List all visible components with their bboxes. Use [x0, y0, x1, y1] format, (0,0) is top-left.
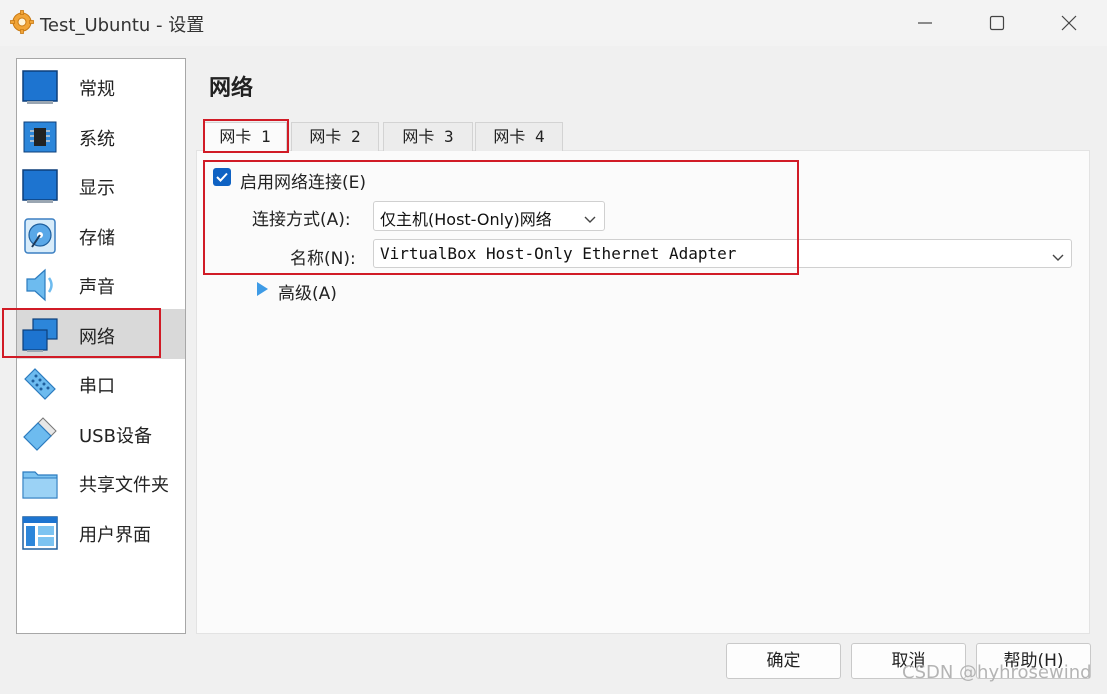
user-interface-icon [21, 514, 59, 552]
virtualbox-gear-icon [10, 10, 34, 34]
sidebar-item-general[interactable]: 常规 [17, 61, 185, 111]
general-icon [21, 68, 59, 106]
adapter-name-select[interactable]: VirtualBox Host-Only Ethernet Adapter [373, 239, 1072, 268]
settings-window: Test_Ubuntu - 设置 常规 系统 显示 存储 声音 网络 串口 US… [0, 0, 1107, 694]
sidebar-item-network[interactable]: 网络 [17, 309, 185, 359]
checkmark-icon [216, 172, 228, 182]
attached-to-label: 连接方式(A): [252, 210, 351, 230]
page-title: 网络 [209, 76, 254, 101]
display-icon [21, 167, 59, 205]
tab-adapter-2[interactable]: 网卡 2 [291, 122, 379, 151]
sidebar-item-label: USB设备 [79, 426, 152, 447]
advanced-label: 高级(A) [278, 284, 337, 304]
attached-to-value: 仅主机(Host-Only)网络 [380, 210, 552, 229]
sidebar-item-label: 声音 [79, 277, 115, 298]
adapter-name-value: VirtualBox Host-Only Ethernet Adapter [380, 244, 737, 263]
system-chip-icon [21, 118, 59, 156]
sidebar-item-usb[interactable]: USB设备 [17, 408, 185, 458]
close-button[interactable] [1056, 10, 1082, 36]
sidebar-item-label: 串口 [79, 376, 115, 397]
tab-adapter-4[interactable]: 网卡 4 [475, 122, 563, 151]
sidebar-item-serial[interactable]: 串口 [17, 358, 185, 408]
sidebar-item-label: 用户界面 [79, 525, 151, 546]
sidebar-item-label: 常规 [79, 79, 115, 100]
title-bar: Test_Ubuntu - 设置 [0, 0, 1107, 46]
sidebar-item-shared-folders[interactable]: 共享文件夹 [17, 457, 185, 507]
sidebar-item-label: 共享文件夹 [79, 475, 169, 496]
sidebar-item-audio[interactable]: 声音 [17, 259, 185, 309]
tab-adapter-3[interactable]: 网卡 3 [383, 122, 473, 151]
minimize-button[interactable] [912, 10, 938, 36]
serial-port-icon [21, 365, 59, 403]
shared-folder-icon [21, 464, 59, 502]
enable-adapter-checkbox[interactable] [213, 168, 231, 186]
sidebar-item-label: 显示 [79, 178, 115, 199]
maximize-button[interactable] [984, 10, 1010, 36]
usb-icon [21, 415, 59, 453]
settings-sidebar: 常规 系统 显示 存储 声音 网络 串口 USB设备 共享文件夹 用户界面 [16, 58, 186, 634]
adapter-name-label: 名称(N): [290, 249, 356, 269]
sidebar-item-user-interface[interactable]: 用户界面 [17, 507, 185, 557]
expand-triangle-icon [255, 281, 269, 297]
sidebar-item-label: 网络 [79, 327, 115, 348]
attached-to-select[interactable]: 仅主机(Host-Only)网络 [373, 201, 605, 231]
tab-adapter-1[interactable]: 网卡 1 [203, 122, 287, 153]
sidebar-item-label: 存储 [79, 228, 115, 249]
network-icon [21, 316, 59, 354]
chevron-down-icon [1052, 248, 1064, 261]
enable-adapter-label[interactable]: 启用网络连接(E) [240, 168, 366, 193]
storage-disk-icon [21, 217, 59, 255]
sidebar-item-label: 系统 [79, 129, 115, 150]
sidebar-item-storage[interactable]: 存储 [17, 210, 185, 260]
chevron-down-icon [584, 210, 596, 223]
watermark: CSDN @hyhrosewind [902, 662, 1092, 683]
speaker-icon [21, 266, 59, 304]
sidebar-item-system[interactable]: 系统 [17, 111, 185, 161]
ok-button[interactable]: 确定 [726, 643, 841, 679]
window-title: Test_Ubuntu - 设置 [40, 15, 205, 36]
sidebar-item-display[interactable]: 显示 [17, 160, 185, 210]
